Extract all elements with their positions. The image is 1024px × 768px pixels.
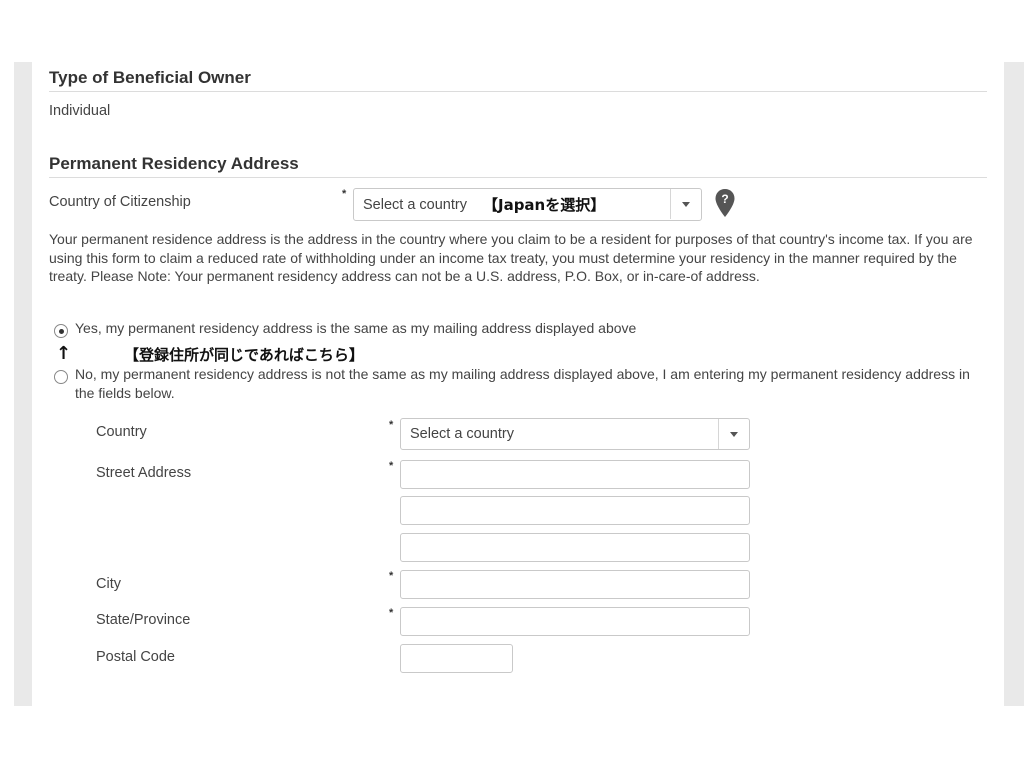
required-marker: * xyxy=(389,460,394,472)
beneficial-owner-heading: Type of Beneficial Owner xyxy=(49,68,251,87)
postal-code-label: Postal Code xyxy=(96,649,175,665)
left-page-gutter xyxy=(14,62,32,706)
state-province-label: State/Province xyxy=(96,612,191,628)
beneficial-owner-value: Individual xyxy=(49,103,111,119)
citizenship-select[interactable]: Select a country 【Japanを選択】 xyxy=(353,188,702,221)
street-address-line1-input[interactable] xyxy=(400,460,750,489)
residency-same-annotation: 【登録住所が同じであればこちら】 xyxy=(124,346,364,364)
annotation-arrow: ↑ xyxy=(56,343,72,364)
street-address-line3-input[interactable] xyxy=(400,533,750,562)
svg-text:?: ? xyxy=(721,192,728,206)
country-select[interactable]: Select a country xyxy=(400,418,750,450)
map-marker-question-icon[interactable]: ? xyxy=(714,188,736,218)
citizenship-select-value: Select a country xyxy=(363,196,467,213)
residency-same-label[interactable]: Yes, my permanent residency address is t… xyxy=(75,319,975,338)
residency-different-label[interactable]: No, my permanent residency address is no… xyxy=(75,365,975,403)
state-province-input[interactable] xyxy=(400,607,750,636)
section-divider xyxy=(49,177,987,178)
required-marker: * xyxy=(389,607,394,619)
required-marker: * xyxy=(389,419,394,431)
chevron-down-icon[interactable] xyxy=(670,189,701,219)
required-marker: * xyxy=(389,570,394,582)
street-address-label: Street Address xyxy=(96,465,192,481)
chevron-down-icon[interactable] xyxy=(718,419,749,449)
residency-heading: Permanent Residency Address xyxy=(49,154,299,173)
country-label: Country xyxy=(96,424,147,440)
city-label: City xyxy=(96,576,121,592)
country-select-value: Select a country xyxy=(410,426,514,442)
residency-info-text: Your permanent residence address is the … xyxy=(49,231,973,284)
city-input[interactable] xyxy=(400,570,750,599)
residency-different-radio[interactable] xyxy=(54,370,68,384)
right-page-gutter xyxy=(1004,62,1024,706)
required-marker: * xyxy=(342,188,347,200)
residency-same-radio[interactable] xyxy=(54,324,68,338)
postal-code-input[interactable] xyxy=(400,644,513,673)
citizenship-annotation: 【Japanを選択】 xyxy=(482,196,606,214)
street-address-line2-input[interactable] xyxy=(400,496,750,525)
section-divider xyxy=(49,91,987,92)
citizenship-label: Country of Citizenship xyxy=(49,194,191,210)
